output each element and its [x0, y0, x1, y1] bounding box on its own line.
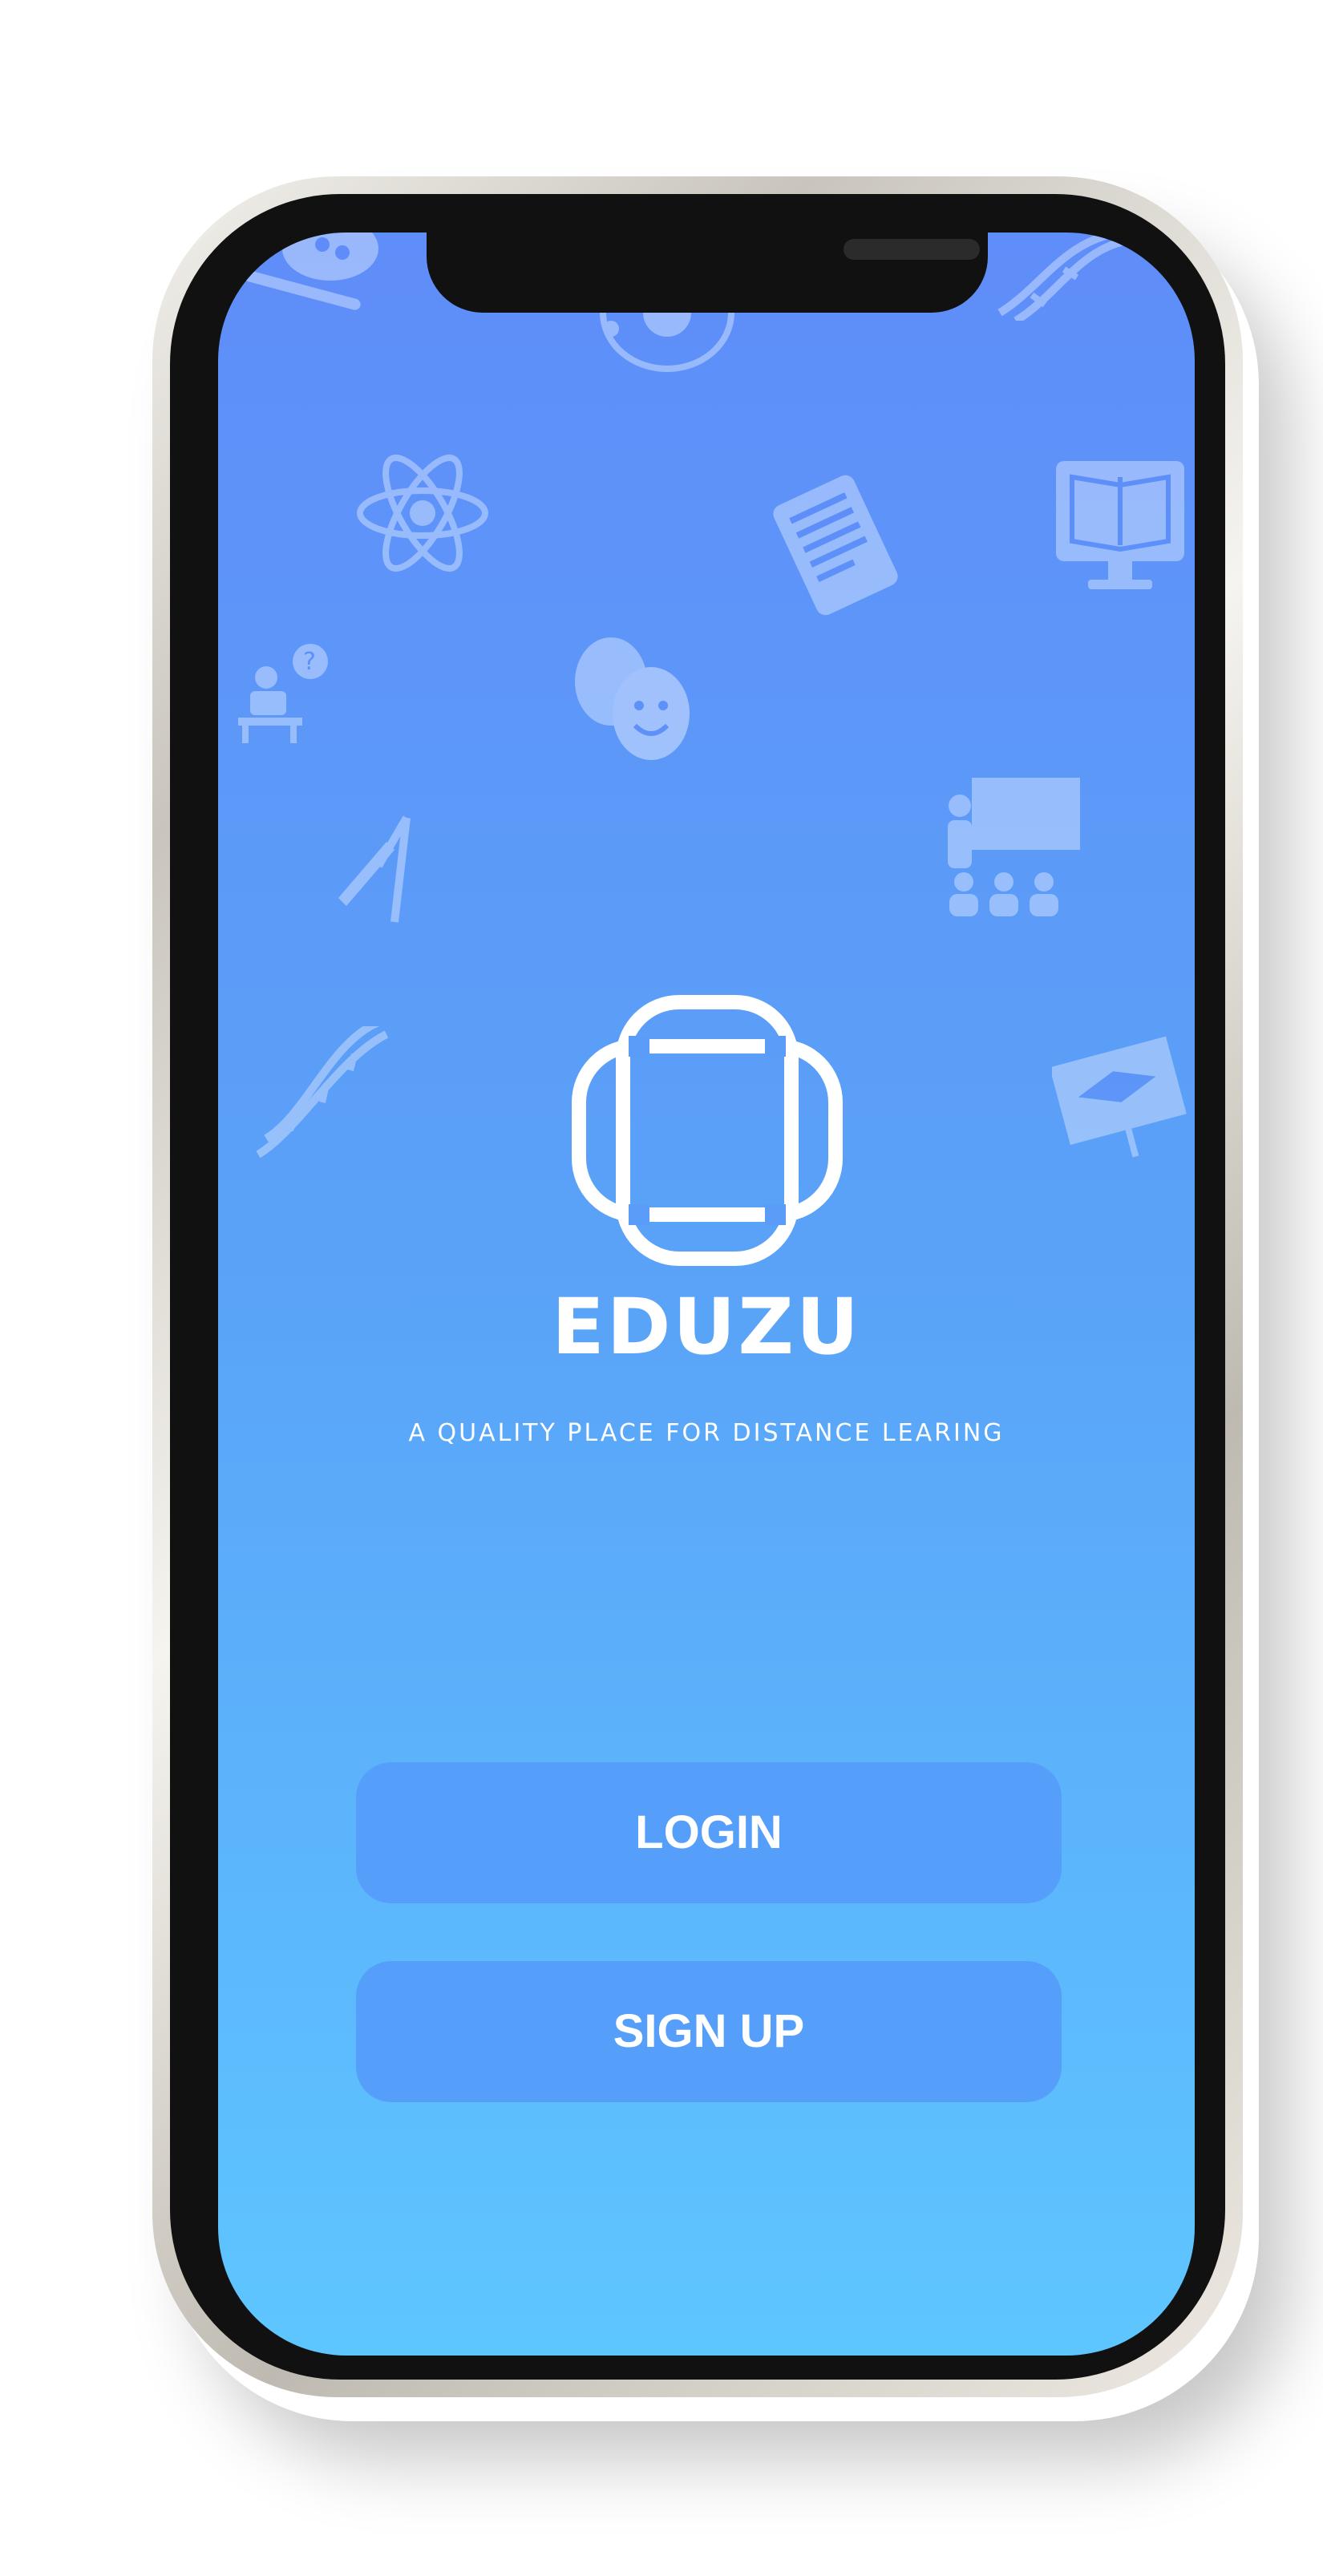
atom-icon: [354, 449, 491, 577]
device-mockup: ? EDUZU A QUALITY PLACE FOR DISTANCE LEA…: [0, 0, 1323, 2576]
dna-strand-icon: [250, 1026, 394, 1163]
login-button[interactable]: LOGIN: [356, 1762, 1062, 1903]
speaker-grille: [844, 239, 980, 260]
theater-masks-icon: [563, 633, 699, 770]
app-screen: ? EDUZU A QUALITY PLACE FOR DISTANCE LEA…: [218, 233, 1195, 2356]
tagline: A QUALITY PLACE FOR DISTANCE LEARING: [408, 1419, 1005, 1447]
signup-button[interactable]: SIGN UP: [356, 1961, 1062, 2102]
svg-text:?: ?: [303, 648, 316, 676]
graduation-board-icon: [1052, 1030, 1188, 1167]
teacher-board-icon: [940, 774, 1084, 918]
palette-icon: [234, 233, 386, 329]
drawing-tools-icon: [330, 810, 435, 930]
phone-notch: [427, 233, 988, 313]
app-logo: [563, 986, 852, 1275]
computer-book-icon: [1052, 453, 1188, 597]
tablet-book-icon: [755, 465, 916, 625]
brand-name: EDUZU: [552, 1282, 861, 1372]
classroom-question-icon: ?: [234, 641, 338, 746]
dna-icon: [992, 233, 1128, 321]
